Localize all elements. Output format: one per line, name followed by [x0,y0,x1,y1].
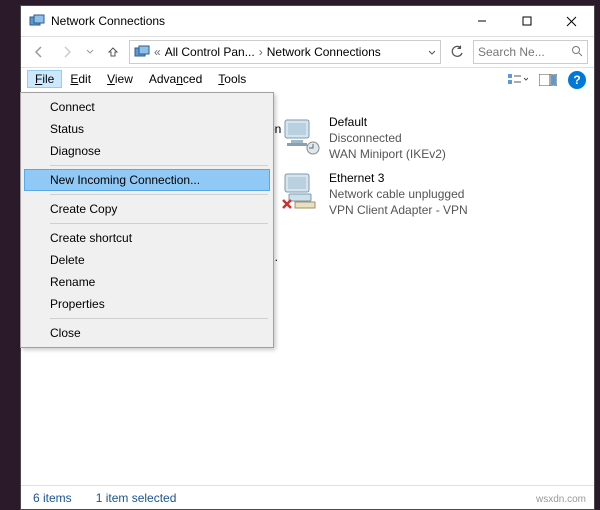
wan-miniport-icon [279,114,321,156]
menu-new-incoming-connection[interactable]: New Incoming Connection... [24,169,270,191]
recent-dropdown[interactable] [83,40,97,64]
menu-connect[interactable]: Connect [24,96,270,118]
selection-count: 1 item selected [96,491,177,505]
preview-pane-button[interactable] [538,70,558,90]
toolbar-right: ? [508,70,586,90]
window-icon [29,13,45,29]
connection-list: Default Disconnected WAN Miniport (IKEv2… [279,110,468,222]
navbar: « All Control Pan... › Network Connectio… [21,36,594,68]
maximize-button[interactable] [504,7,549,36]
menu-separator [50,194,268,195]
menu-file[interactable]: File [27,70,62,88]
connection-name: Ethernet 3 [329,170,468,186]
search-input[interactable]: Search Ne... [473,40,588,64]
menu-separator [50,223,268,224]
up-button[interactable] [101,40,125,64]
chevron-icon: › [257,45,265,59]
menu-status[interactable]: Status [24,118,270,140]
menu-diagnose[interactable]: Diagnose [24,140,270,162]
menu-separator [50,165,268,166]
menu-create-shortcut[interactable]: Create shortcut [24,227,270,249]
window-buttons [459,7,594,36]
connection-status: Network cable unplugged [329,186,468,202]
menu-tools[interactable]: Tools [210,70,254,88]
help-button[interactable]: ? [568,71,586,89]
menu-edit[interactable]: Edit [62,70,99,88]
close-button[interactable] [549,7,594,36]
search-placeholder: Search Ne... [478,45,567,59]
connection-item[interactable]: Default Disconnected WAN Miniport (IKEv2… [279,110,468,166]
search-icon [571,45,583,60]
breadcrumb-icon [134,44,150,60]
minimize-button[interactable] [459,7,504,36]
chevron-down-icon[interactable] [428,45,436,59]
window-title: Network Connections [51,14,459,28]
connection-device: VPN Client Adapter - VPN [329,202,468,218]
chevron-icon: « [152,45,163,59]
menu-view[interactable]: View [99,70,141,88]
connection-name: Default [329,114,446,130]
statusbar: 6 items 1 item selected [21,485,594,509]
item-count: 6 items [33,491,72,505]
ethernet-adapter-icon [279,170,321,212]
menu-delete[interactable]: Delete [24,249,270,271]
connection-device: WAN Miniport (IKEv2) [329,146,446,162]
connection-status: Disconnected [329,130,446,146]
menu-separator [50,318,268,319]
breadcrumb-segment[interactable]: All Control Pan... [165,45,255,59]
menu-create-copy[interactable]: Create Copy [24,198,270,220]
titlebar: Network Connections [21,6,594,36]
breadcrumb[interactable]: « All Control Pan... › Network Connectio… [129,40,441,64]
forward-button[interactable] [55,40,79,64]
refresh-button[interactable] [445,40,469,64]
watermark: wsxdn.com [536,494,586,505]
menu-properties[interactable]: Properties [24,293,270,315]
view-options-button[interactable] [508,70,528,90]
menu-advanced[interactable]: Advanced [141,70,210,88]
back-button[interactable] [27,40,51,64]
breadcrumb-segment[interactable]: Network Connections [267,45,381,59]
menu-close[interactable]: Close [24,322,270,344]
file-menu-dropdown: Connect Status Diagnose New Incoming Con… [20,92,274,348]
connection-item[interactable]: Ethernet 3 Network cable unplugged VPN C… [279,166,468,222]
menu-rename[interactable]: Rename [24,271,270,293]
